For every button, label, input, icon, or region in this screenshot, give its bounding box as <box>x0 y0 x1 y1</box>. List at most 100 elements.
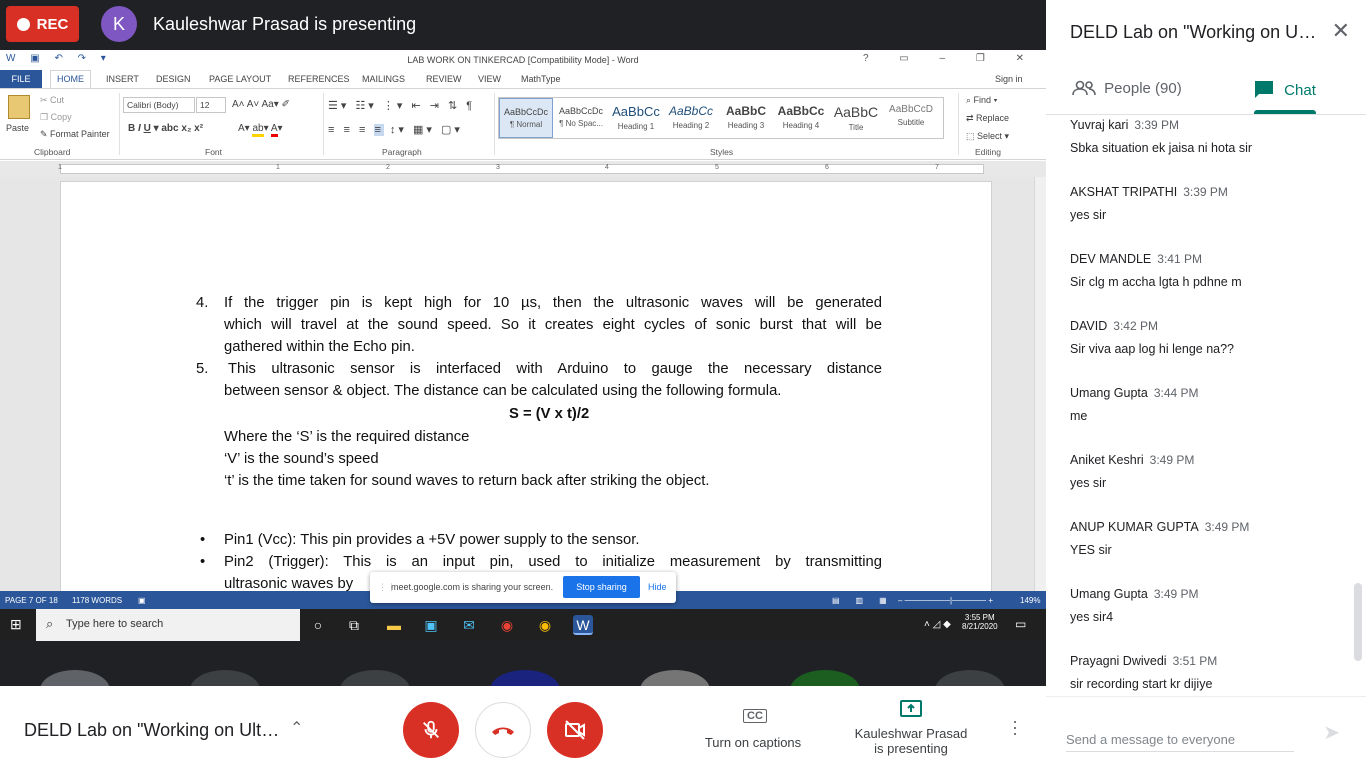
chat-message: Umang Gupta 3:44 PM me <box>1070 384 1350 423</box>
mail-icon[interactable]: ✉ <box>459 615 479 635</box>
tab-insert[interactable]: INSERT <box>106 74 139 84</box>
style-normal[interactable]: AaBbCcDc ¶ Normal <box>499 98 553 138</box>
proofing-icon[interactable]: ▣ <box>138 596 146 605</box>
chevron-up-icon[interactable]: ⌃ <box>290 718 303 738</box>
font-name-dropdown[interactable]: Calibri (Body) <box>123 97 195 113</box>
tab-design[interactable]: DESIGN <box>156 74 191 84</box>
participant-tile[interactable] <box>640 670 710 686</box>
notification-icon[interactable]: ▭ <box>1015 617 1026 631</box>
style-label: Heading 2 <box>672 121 710 130</box>
alignment-buttons[interactable]: ≡ ≡ ≡ ≡ ↕▾ ▦▾ ▢▾ <box>328 123 463 136</box>
zoom-level[interactable]: 149% <box>1020 596 1040 605</box>
message-time: 3:49 PM <box>1204 520 1250 534</box>
hide-banner-button[interactable]: Hide <box>648 582 667 592</box>
font-format-buttons[interactable]: B I U ▾ abc x₂ x² <box>128 123 203 134</box>
tray-icons[interactable]: ˄ ◿ ◆ <box>924 619 951 630</box>
camera-off-button[interactable] <box>547 702 603 758</box>
paste-icon[interactable] <box>8 95 30 119</box>
tab-mathtype[interactable]: MathType <box>521 74 561 84</box>
word-count[interactable]: 1178 WORDS <box>72 596 122 605</box>
format-painter-label: Format Painter <box>50 129 110 139</box>
tab-home[interactable]: HOME <box>50 70 91 88</box>
style-label: ¶ Normal <box>509 120 543 129</box>
list-buttons[interactable]: ☰▾ ☷▾ ⋮▾ ⇤ ⇥ ⇅ ¶ <box>328 99 475 112</box>
text-effects-buttons[interactable]: A▾ ab▾ A▾ <box>238 123 283 137</box>
close-icon[interactable]: ✕ <box>1332 18 1350 44</box>
paste-label[interactable]: Paste <box>6 123 29 133</box>
style-heading-4[interactable]: AaBbCc Heading 4 <box>774 98 828 138</box>
select-button[interactable]: ⬚ Select ▾ <box>966 131 1009 142</box>
presenting-label[interactable]: Kauleshwar Prasad is presenting <box>846 726 976 756</box>
replace-button[interactable]: ⇄ Replace <box>966 113 1009 124</box>
task-view-icon[interactable]: ⧉ <box>344 615 364 635</box>
page-counter[interactable]: PAGE 7 OF 18 <box>5 596 58 605</box>
presenter-avatar: K <box>101 6 137 42</box>
style-no-spacing[interactable]: AaBbCcDc ¶ No Spac... <box>554 98 608 138</box>
participant-tile[interactable] <box>935 670 1005 686</box>
chat-message: DEV MANDLE 3:41 PM Sir clg m accha lgta h … <box>1070 250 1350 289</box>
paragraph-group-label: Paragraph <box>382 147 422 157</box>
presenting-line-1: Kauleshwar Prasad <box>854 726 968 741</box>
recording-badge: REC <box>6 6 79 42</box>
windows-start-icon[interactable]: ⊞ <box>10 616 22 633</box>
tab-review[interactable]: REVIEW <box>426 74 462 84</box>
find-label: Find <box>973 95 992 105</box>
font-size-buttons[interactable]: A˄ A˅ Aa▾ ✐ <box>232 99 290 110</box>
doc-line: which will travel at the sound speed. So… <box>224 317 882 333</box>
format-painter-button[interactable]: ✎ Format Painter <box>40 129 110 140</box>
document-scrollbar[interactable] <box>1034 177 1046 591</box>
cut-button[interactable]: ✂ Cut <box>40 95 64 106</box>
sign-in-link[interactable]: Sign in <box>995 74 1023 84</box>
store-icon[interactable]: ▣ <box>421 615 441 635</box>
style-sample: AaBbCc <box>668 104 714 118</box>
view-mode-icons[interactable]: ▤▥▦ <box>832 596 903 605</box>
stop-sharing-button[interactable]: Stop sharing <box>563 576 640 598</box>
style-heading-2[interactable]: AaBbCc Heading 2 <box>664 98 718 138</box>
window-controls[interactable]: ? ▭ – ❐ ✕ <box>863 53 1038 64</box>
tab-chat[interactable]: Chat <box>1254 80 1316 99</box>
tab-file[interactable]: FILE <box>0 70 42 88</box>
style-heading-1[interactable]: AaBbCc Heading 1 <box>609 98 663 138</box>
taskbar-clock[interactable]: 3:55 PM 8/21/2020 <box>962 613 998 631</box>
chrome-icon[interactable]: ◉ <box>497 615 517 635</box>
style-subtitle[interactable]: AaBbCcD Subtitle <box>884 98 938 138</box>
style-heading-3[interactable]: AaBbC Heading 3 <box>719 98 773 138</box>
tab-mailings[interactable]: MAILINGS <box>362 74 405 84</box>
word-taskbar-icon[interactable]: W <box>573 615 593 635</box>
tab-references[interactable]: REFERENCES <box>288 74 350 84</box>
tab-people-label: People (90) <box>1104 80 1182 97</box>
participant-tile[interactable] <box>490 670 560 686</box>
send-icon[interactable]: ➤ <box>1323 720 1340 745</box>
captions-icon[interactable]: CC <box>743 709 767 723</box>
participant-tile[interactable] <box>40 670 110 686</box>
participant-tile[interactable] <box>790 670 860 686</box>
horizontal-ruler[interactable]: 1 1 2 3 4 5 6 7 <box>0 161 1046 177</box>
captions-label[interactable]: Turn on captions <box>698 735 808 750</box>
more-options-icon[interactable]: · · · <box>1012 712 1018 742</box>
style-title[interactable]: AaBbC Title <box>829 98 883 138</box>
file-explorer-icon[interactable]: ▬ <box>384 615 404 635</box>
participant-tile[interactable] <box>190 670 260 686</box>
find-button[interactable]: ⌕ Find ▾ <box>966 95 997 106</box>
font-size-dropdown[interactable]: 12 <box>196 97 226 113</box>
windows-taskbar: ⊞ ⌕ Type here to search ○ ⧉ ▬ ▣ ✉ ◉ ◉ W … <box>0 609 1046 641</box>
present-screen-icon[interactable] <box>900 700 922 718</box>
meet-bottom-bar: DELD Lab on "Working on Ultr... ⌃ CC Tur… <box>0 686 1046 768</box>
meeting-name[interactable]: DELD Lab on "Working on Ultr... <box>24 720 280 741</box>
chrome-alt-icon[interactable]: ◉ <box>535 615 555 635</box>
meeting-stage: REC K Kauleshwar Prasad is presenting W … <box>0 0 1046 686</box>
zoom-slider[interactable]: – ────────|────── + <box>898 596 993 605</box>
tab-people[interactable]: People (90) <box>1072 80 1182 97</box>
leave-call-button[interactable] <box>475 702 531 758</box>
chat-panel-title: DELD Lab on "Working on Ult... <box>1070 22 1320 42</box>
mic-off-button[interactable] <box>403 702 459 758</box>
tab-page-layout[interactable]: PAGE LAYOUT <box>209 74 271 84</box>
chat-scrollbar[interactable] <box>1354 583 1362 661</box>
participant-tile[interactable] <box>340 670 410 686</box>
copy-button[interactable]: ❐ Copy <box>40 112 72 123</box>
taskbar-search-box[interactable]: ⌕ Type here to search <box>36 609 300 641</box>
ruler-number: 2 <box>386 164 390 171</box>
tab-view[interactable]: VIEW <box>478 74 501 84</box>
cortana-icon[interactable]: ○ <box>308 615 328 635</box>
chat-message-input[interactable]: Send a message to everyone <box>1066 732 1294 752</box>
